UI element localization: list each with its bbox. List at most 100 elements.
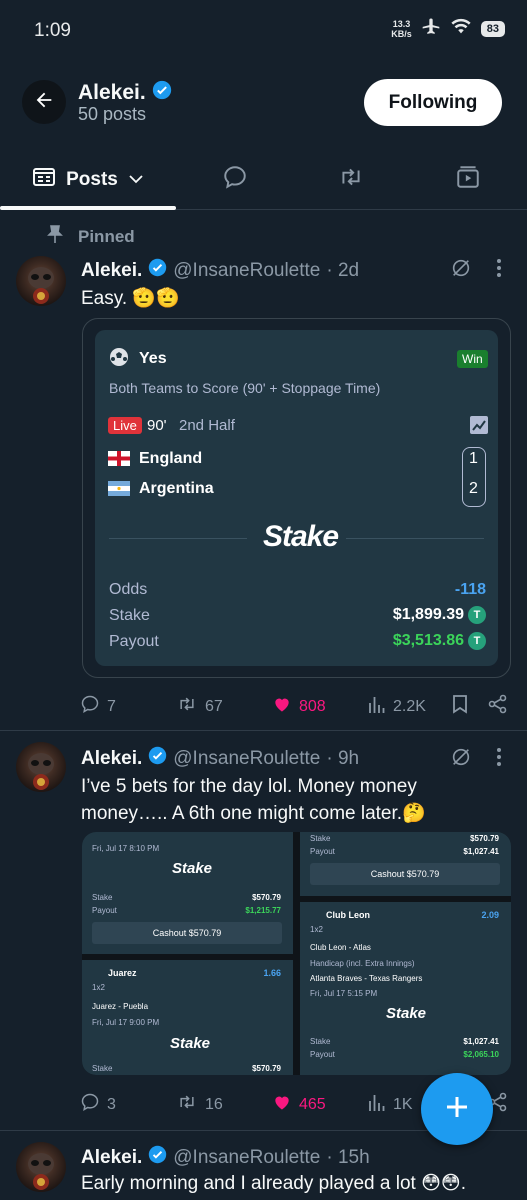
reply-button[interactable]: 7: [80, 694, 116, 719]
repost-count: 67: [205, 697, 223, 715]
payout-label: Payout: [109, 633, 159, 650]
stake-value-row: $1,899.39 T: [393, 606, 486, 624]
reply-button[interactable]: 3: [80, 1092, 116, 1117]
avatar[interactable]: [16, 742, 66, 792]
divider-right: [346, 538, 484, 539]
post-text: Easy. 🫡🫡: [81, 288, 180, 309]
post-text: Early morning and I already played a lot…: [81, 1173, 466, 1194]
chevron-down-icon: [128, 169, 144, 191]
soccer-ball-icon: [109, 347, 129, 372]
airplane-icon: [421, 16, 441, 41]
verified-badge-icon: [148, 1145, 167, 1170]
share-icon[interactable]: [488, 694, 508, 719]
repost-icon: [176, 1092, 198, 1117]
payout-value: $3,513.86: [392, 632, 464, 649]
match-period: 2nd Half: [179, 417, 235, 434]
odds-value: -118: [454, 581, 486, 598]
divider-left: [109, 538, 247, 539]
more-options-icon[interactable]: [496, 258, 502, 283]
bet-slip-image[interactable]: Yes Win Both Teams to Score (90' + Stopp…: [82, 318, 511, 678]
views-count: 1K: [393, 1095, 413, 1113]
views-button[interactable]: 1K: [368, 1092, 413, 1117]
like-count: 465: [299, 1095, 326, 1113]
author-name[interactable]: Alekei.: [81, 1147, 142, 1169]
back-button[interactable]: [22, 80, 66, 124]
views-button[interactable]: 2.2K: [368, 694, 426, 719]
repost-count: 16: [205, 1095, 223, 1113]
views-bar-chart-icon: [368, 1092, 386, 1117]
post-divider: [0, 730, 527, 731]
stake-label: Stake: [109, 607, 150, 624]
tab-replies[interactable]: [220, 164, 250, 194]
author-handle[interactable]: @InsaneRoulette: [173, 260, 320, 282]
views-bar-chart-icon: [368, 694, 386, 719]
tether-coin-icon: T: [468, 606, 486, 624]
england-flag-icon: [108, 451, 130, 471]
verified-badge-icon: [148, 258, 167, 283]
score-1: 1: [469, 450, 478, 467]
verified-badge-icon: [152, 80, 172, 106]
author-name[interactable]: Alekei.: [81, 748, 142, 770]
profile-name: Alekei.: [78, 80, 172, 106]
bet-screenshots-collage[interactable]: Fri, Jul 17 8:10 PM Stake Stake $570.79 …: [82, 832, 511, 1075]
bet-selection: Yes: [139, 350, 167, 367]
like-button[interactable]: 465: [272, 1092, 326, 1117]
team-1: England: [139, 450, 203, 467]
grok-icon[interactable]: [450, 257, 472, 284]
screenshot-right: Stake $570.79 Payout $1,027.41 Cashout $…: [300, 832, 511, 1075]
team-2: Argentina: [139, 480, 214, 497]
net-speed: 13.3 KB/s: [391, 18, 412, 39]
author-handle[interactable]: @InsaneRoulette: [173, 1147, 320, 1169]
arrow-left-icon: [33, 89, 55, 116]
bet-market: Both Teams to Score (90' + Stoppage Time…: [109, 380, 381, 396]
views-count: 2.2K: [393, 697, 426, 715]
match-minute: 90': [147, 417, 167, 434]
more-options-icon[interactable]: [496, 747, 502, 772]
post-time: · 2d: [326, 259, 360, 281]
reply-icon: [80, 1092, 100, 1117]
like-button[interactable]: 808: [272, 694, 326, 719]
verified-badge-icon: [148, 746, 167, 771]
tab-posts[interactable]: Posts: [0, 150, 176, 210]
screenshot-left: Fri, Jul 17 8:10 PM Stake Stake $570.79 …: [82, 832, 293, 1075]
odds-label: Odds: [109, 581, 148, 598]
author-handle[interactable]: @InsaneRoulette: [173, 748, 320, 770]
stake-logo: Stake: [263, 520, 339, 553]
post-author-line: Alekei. @InsaneRoulette · 9h: [81, 746, 359, 771]
profile-tabs: Posts: [0, 150, 527, 210]
active-tab-indicator: [0, 206, 176, 210]
tab-reposts[interactable]: [336, 164, 366, 194]
bookmark-icon[interactable]: [451, 694, 469, 719]
repost-icon: [337, 164, 365, 195]
posts-count: 50 posts: [78, 104, 147, 124]
reply-bubble-icon: [222, 164, 248, 195]
repost-button[interactable]: 16: [176, 1092, 223, 1117]
battery-indicator: 83: [480, 20, 505, 37]
like-count: 808: [299, 697, 326, 715]
pinned-label: Pinned: [46, 224, 135, 249]
repost-button[interactable]: 67: [176, 694, 223, 719]
grok-icon[interactable]: [450, 746, 472, 773]
reply-count: 7: [107, 697, 116, 715]
posts-tab-icon: [32, 166, 56, 194]
score-2: 2: [469, 480, 478, 497]
live-badge: Live: [108, 417, 142, 434]
status-time: 1:09: [34, 20, 71, 41]
heart-filled-icon: [272, 694, 292, 719]
payout-value-row: $3,513.86 T: [393, 632, 486, 650]
cashout-button: Cashout $570.79: [310, 863, 500, 885]
avatar[interactable]: [16, 256, 66, 306]
following-button[interactable]: Following: [364, 79, 502, 126]
win-badge: Win: [457, 350, 488, 368]
avatar[interactable]: [16, 1142, 66, 1192]
stats-chart-icon[interactable]: [469, 415, 489, 440]
compose-post-button[interactable]: [421, 1073, 493, 1145]
author-name[interactable]: Alekei.: [81, 260, 142, 282]
post-text-line-2: money….. A 6th one might come later.🤔: [81, 803, 426, 824]
plus-icon: [443, 1093, 471, 1126]
pin-icon: [46, 224, 64, 249]
status-icons: 13.3 KB/s 83: [391, 16, 505, 41]
tab-media[interactable]: [453, 164, 483, 194]
stake-value: $1,899.39: [392, 606, 464, 623]
cashout-button: Cashout $570.79: [92, 922, 282, 944]
